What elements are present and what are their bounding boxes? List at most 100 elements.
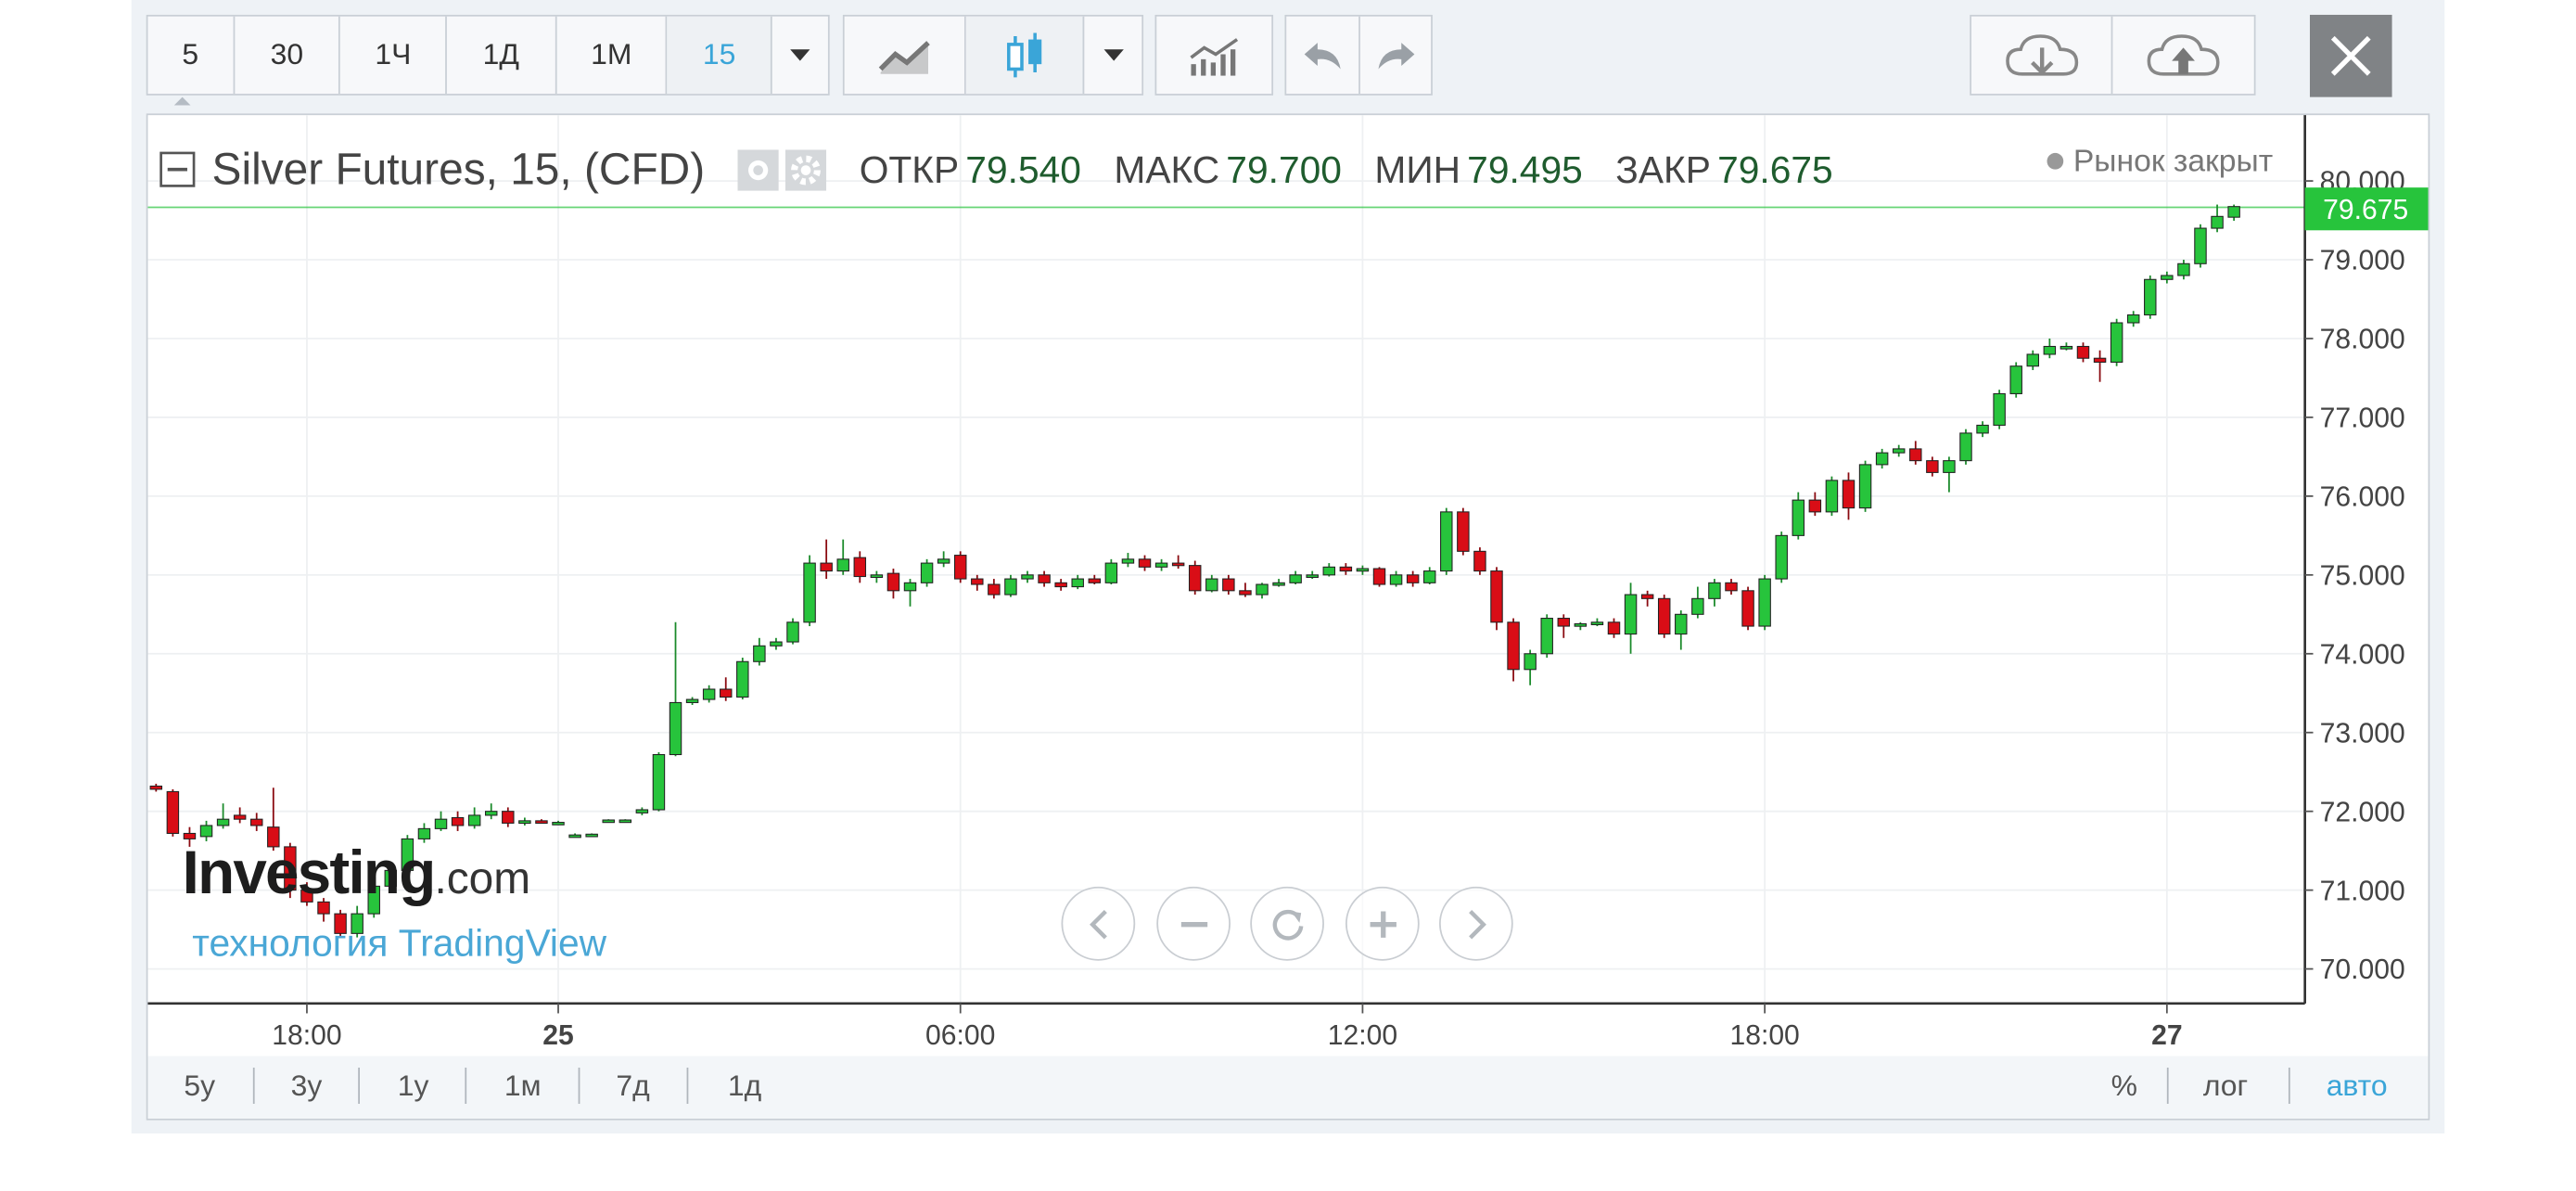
candle-body xyxy=(552,822,565,826)
candle-body xyxy=(836,558,849,572)
x-tick-label: 27 xyxy=(2151,1020,2182,1051)
candle-body xyxy=(903,582,917,592)
candle-body xyxy=(585,833,598,838)
candle-body xyxy=(953,555,967,580)
y-tick-label: 79.000 xyxy=(2320,246,2405,276)
y-axis: 70.000 71.000 72.000 73.000 74.000 75.000 76.0… xyxy=(2304,167,2405,985)
y-tick-label: 70.000 xyxy=(2320,954,2405,985)
candle-body xyxy=(1356,568,1370,572)
candle-body xyxy=(2144,278,2157,316)
candle-body xyxy=(1490,570,1503,623)
candle-body xyxy=(753,645,766,662)
range-1y-button[interactable]: 1у xyxy=(398,1069,429,1104)
high-value: 79.700 xyxy=(1226,147,1342,190)
collapse-legend-icon[interactable] xyxy=(159,151,196,187)
candle-body xyxy=(820,562,833,572)
minus-icon xyxy=(1180,921,1207,927)
close-value: 79.675 xyxy=(1717,147,1833,190)
candle-body xyxy=(434,818,448,829)
candle-body xyxy=(1422,570,1436,583)
candle-body xyxy=(702,688,716,700)
reset-button[interactable] xyxy=(1250,886,1324,961)
tradingview-credit: технология TradingView xyxy=(192,921,607,965)
low-value: 79.495 xyxy=(1467,147,1583,190)
candle-body xyxy=(1943,460,1956,473)
candle-body xyxy=(2161,275,2174,280)
range-separator xyxy=(686,1067,689,1105)
y-tick-label: 73.000 xyxy=(2320,718,2405,749)
candle-body xyxy=(786,621,799,643)
last-price-label: 79.675 xyxy=(2323,195,2408,225)
candle-body xyxy=(1306,574,1319,579)
y-tick-label: 75.000 xyxy=(2320,560,2405,591)
eye-icon[interactable] xyxy=(737,148,779,190)
candle-body xyxy=(568,834,581,839)
candle-body xyxy=(988,583,1001,596)
range-separator xyxy=(578,1067,580,1105)
candle-body xyxy=(2110,322,2123,363)
range-3y-button[interactable]: 3у xyxy=(291,1069,323,1104)
percent-scale-button[interactable]: % xyxy=(2111,1069,2137,1104)
candles xyxy=(149,204,2240,938)
y-tick-label: 74.000 xyxy=(2320,639,2405,670)
candle-body xyxy=(1892,448,1906,454)
candle-body xyxy=(1708,582,1721,599)
range-bar xyxy=(147,1056,2429,1119)
candle-body xyxy=(1289,574,1302,583)
zoom-in-button[interactable] xyxy=(1345,886,1420,961)
x-tick-label: 18:00 xyxy=(1729,1020,1799,1051)
candle-body xyxy=(1138,558,1152,568)
plus-icon xyxy=(1369,910,1396,937)
logo-brand: Investing xyxy=(182,839,437,907)
candle-body xyxy=(1842,480,1855,509)
candle-body xyxy=(1590,621,1604,625)
candle-body xyxy=(1725,582,1738,592)
x-tick-label: 06:00 xyxy=(925,1020,995,1051)
candle-body xyxy=(1440,511,1453,572)
candle-body xyxy=(1272,582,1285,586)
candle-body xyxy=(2026,353,2040,367)
candle-body xyxy=(736,660,749,698)
gear-icon[interactable] xyxy=(784,148,827,190)
candle-body xyxy=(1993,392,2006,426)
range-5y-button[interactable]: 5у xyxy=(184,1069,215,1104)
candle-body xyxy=(1691,597,1704,615)
candle-body xyxy=(635,809,649,813)
x-tick-label: 18:00 xyxy=(272,1020,341,1051)
range-separator xyxy=(465,1067,467,1105)
market-status-text: Рынок закрыт xyxy=(2072,145,2274,180)
candle-body xyxy=(417,827,431,839)
candle-body xyxy=(1171,562,1185,567)
candle-body xyxy=(1792,499,1805,536)
range-7d-button[interactable]: 7д xyxy=(616,1069,649,1104)
status-dot xyxy=(2047,152,2064,170)
range-1d-button[interactable]: 1д xyxy=(728,1069,761,1104)
candle-body xyxy=(1322,566,1336,576)
candle-body xyxy=(1976,424,1989,434)
open-label: ОТКР xyxy=(859,147,960,190)
candle-body xyxy=(1675,613,1688,635)
candle-body xyxy=(1909,448,1922,462)
candle-body xyxy=(1875,452,1889,466)
candle-body xyxy=(1021,574,1034,580)
candle-body xyxy=(1524,653,1537,671)
zoom-out-button[interactable] xyxy=(1156,886,1231,961)
x-tick-label: 12:00 xyxy=(1328,1020,1397,1051)
candle-body xyxy=(602,819,615,824)
candle-body xyxy=(484,811,498,816)
legend: Silver Futures, 15, (CFD) ОТКР 79.540 МАК… xyxy=(159,142,1833,198)
candle-body xyxy=(1239,590,1252,596)
candle-body xyxy=(2126,314,2140,324)
candle-body xyxy=(1640,594,1654,599)
candle-body xyxy=(149,785,163,790)
auto-scale-button[interactable]: авто xyxy=(2327,1069,2388,1104)
low-label: МИН xyxy=(1374,147,1461,190)
candle-body xyxy=(2194,227,2207,264)
log-scale-button[interactable]: лог xyxy=(2203,1069,2248,1104)
candle-body xyxy=(1088,578,1102,583)
range-1m-button[interactable]: 1м xyxy=(504,1069,542,1104)
candle-body xyxy=(853,557,867,578)
scroll-right-button[interactable] xyxy=(1438,886,1513,961)
instrument-title: Silver Futures, 15, (CFD) xyxy=(211,144,706,194)
scroll-left-button[interactable] xyxy=(1061,886,1136,961)
